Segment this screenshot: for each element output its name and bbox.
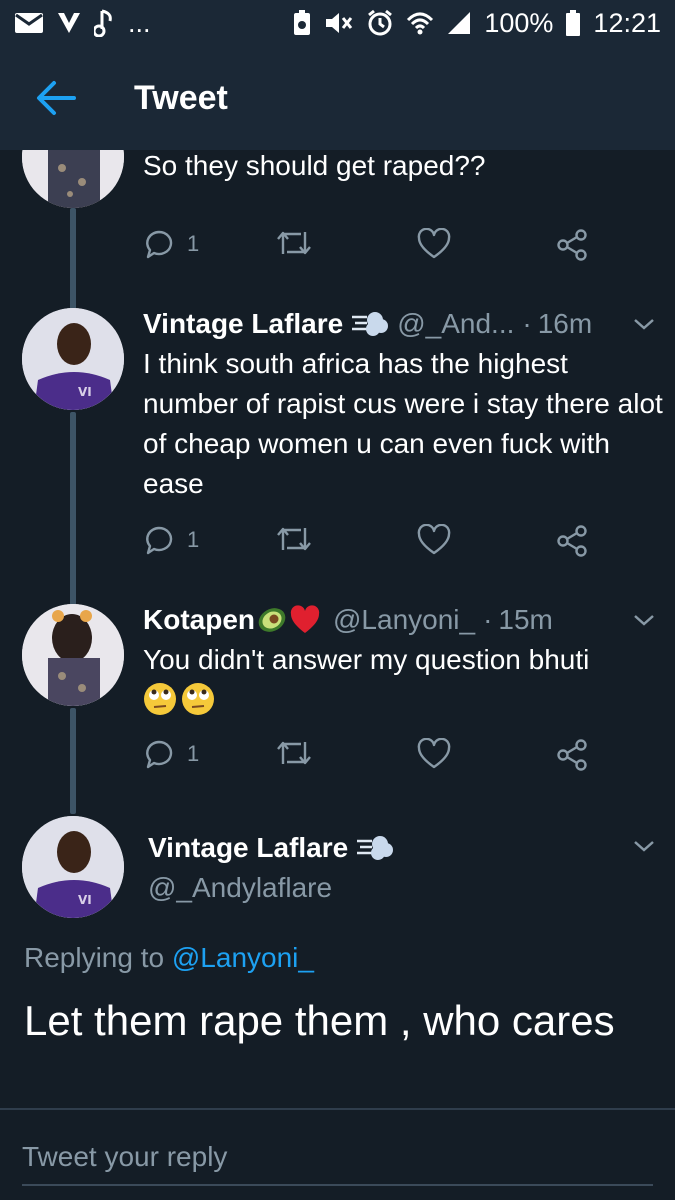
alarm-icon (368, 9, 393, 36)
share-icon (557, 739, 587, 771)
battery-percent: 100% (484, 7, 554, 38)
mail-icon (15, 13, 43, 33)
display-name: Vintage Laflare (148, 832, 349, 863)
display-name: Vintage Laflare (143, 308, 344, 339)
reply-mention-link[interactable]: @Lanyoni_ (172, 942, 314, 973)
chevron-down-icon[interactable] (632, 838, 656, 854)
display-name: Kotapen (143, 604, 255, 635)
share-button[interactable] (555, 228, 589, 262)
battery-saver-icon (294, 10, 311, 35)
reply-input[interactable] (22, 1130, 653, 1186)
replying-prefix: Replying to (24, 942, 165, 973)
reply-count: 1 (187, 741, 200, 766)
avatar[interactable]: VI (22, 308, 124, 410)
timestamp: 16m (537, 308, 593, 339)
reply-button[interactable]: 1 (143, 738, 199, 770)
thread-line (70, 412, 76, 607)
user-handle: @_And... (397, 308, 515, 339)
reply-icon (146, 740, 173, 769)
retweet-button[interactable] (275, 738, 313, 768)
tweet-text: So they should get raped?? (143, 150, 486, 181)
tweet-text: You didn't answer my question bhuti (143, 644, 590, 675)
tweet-text: I think south africa has the highest num… (143, 348, 663, 499)
app-notification-icon (58, 13, 80, 33)
main-tweet-author[interactable]: Vintage Laflare @_Andylaflare (148, 832, 668, 904)
avatar[interactable] (22, 604, 124, 706)
replying-to: Replying to @Lanyoni_ (24, 942, 314, 974)
avatar[interactable] (22, 150, 124, 208)
timestamp: 15m (498, 604, 553, 635)
like-button[interactable] (417, 228, 451, 260)
back-arrow-icon (37, 81, 76, 115)
music-note-icon (94, 9, 112, 37)
like-button[interactable] (417, 524, 451, 556)
thread-line (70, 208, 76, 310)
svg-text:VI: VI (78, 893, 92, 907)
back-button[interactable] (0, 46, 112, 150)
share-button[interactable] (555, 524, 589, 558)
separator-dot: · (522, 308, 532, 339)
conversation-thread: So they should get raped?? 1 VI Vintage … (0, 150, 675, 1110)
user-handle: @_Andylaflare (148, 872, 333, 903)
retweet-icon (277, 527, 311, 551)
tweet-actions: 1 (143, 738, 603, 778)
eye-roll-emoji-icon (144, 683, 176, 715)
signal-icon (448, 12, 471, 34)
heart-icon (417, 738, 451, 769)
tweet-actions: 1 (143, 228, 603, 268)
share-icon (557, 229, 587, 261)
tweet-actions: 1 (143, 524, 603, 564)
clock: 12:21 (593, 7, 661, 38)
reply-button[interactable]: 1 (143, 524, 199, 556)
emoji-row (143, 682, 663, 716)
tweet-header: Kotapen @Lanyoni_ · 15m (143, 602, 663, 638)
more-notifications-label: ... (128, 7, 151, 38)
share-icon (557, 525, 587, 557)
red-heart-emoji-icon (290, 605, 320, 633)
reply-count: 1 (187, 527, 200, 552)
share-button[interactable] (555, 738, 589, 772)
thread-line (70, 708, 76, 814)
retweet-button[interactable] (275, 228, 313, 258)
mute-icon (326, 13, 353, 33)
battery-icon (566, 10, 581, 36)
tweet-header: Vintage Laflare @_And... · 16m (143, 306, 663, 342)
retweet-button[interactable] (275, 524, 313, 554)
retweet-icon (277, 231, 311, 255)
dash-emoji-icon (352, 312, 389, 336)
chevron-down-icon[interactable] (632, 316, 656, 332)
tweet-2[interactable]: Kotapen @Lanyoni_ · 15m You didn't answe… (143, 602, 663, 716)
eye-roll-emoji-icon (182, 683, 214, 715)
retweet-icon (277, 741, 311, 765)
like-button[interactable] (417, 738, 451, 770)
reply-icon (146, 230, 173, 259)
reply-count: 1 (187, 231, 200, 256)
status-left: ... (14, 8, 151, 39)
app-header: Tweet (0, 46, 675, 150)
reply-icon (146, 526, 173, 555)
separator-dot: · (483, 604, 493, 635)
reply-button[interactable]: 1 (143, 228, 199, 260)
main-tweet-text: Let them rape them , who cares (24, 997, 615, 1044)
wifi-icon (407, 12, 434, 35)
user-handle: @Lanyoni_ (333, 604, 476, 635)
svg-text:VI: VI (78, 385, 92, 399)
reply-bar (0, 1108, 675, 1200)
chevron-down-icon[interactable] (632, 612, 656, 628)
main-tweet-avatar[interactable]: VI (22, 816, 124, 918)
dash-emoji-icon (357, 836, 394, 860)
tweet-1[interactable]: Vintage Laflare @_And... · 16m I think s… (143, 306, 663, 504)
heart-icon (417, 228, 451, 259)
status-bar: ... 100% 12:21 (0, 0, 675, 46)
heart-icon (417, 524, 451, 555)
tweet-0[interactable]: So they should get raped?? (143, 150, 663, 186)
page-title: Tweet (134, 78, 228, 117)
status-right: 100% 12:21 (292, 8, 661, 39)
avocado-emoji-icon (258, 608, 286, 632)
